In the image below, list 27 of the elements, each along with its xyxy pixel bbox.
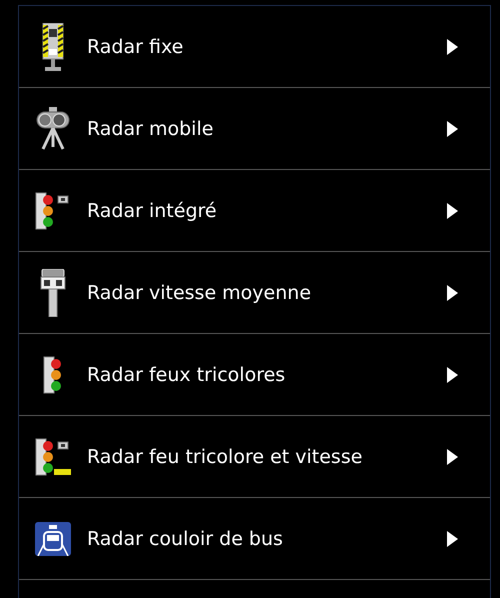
list-item[interactable]: Radar intégré <box>19 170 490 252</box>
bus-icon <box>35 522 71 556</box>
chevron-right-icon <box>447 366 458 382</box>
item-label: Radar feux tricolores <box>87 364 286 386</box>
speed-camera-icon <box>40 268 66 316</box>
chevron-right-icon <box>447 120 458 136</box>
list-item[interactable]: Radar vitesse moyenne <box>19 252 490 334</box>
chevron-right-icon <box>447 202 458 218</box>
traffic-light-icon <box>34 436 72 476</box>
tripod-camera-icon <box>35 106 71 150</box>
chevron-right-icon <box>447 530 458 546</box>
item-label: Radar couloir de bus <box>87 528 284 550</box>
item-label: Radar feu tricolore et vitesse <box>87 446 364 468</box>
list-item[interactable]: Radar feux tricolores <box>19 334 490 416</box>
item-label: Radar intégré <box>87 200 218 222</box>
item-label: Radar fixe <box>87 36 184 58</box>
traffic-light-icon <box>43 354 63 394</box>
chevron-right-icon <box>447 38 458 54</box>
chevron-right-icon <box>447 284 458 300</box>
item-label: Radar vitesse moyenne <box>87 282 312 304</box>
list-item[interactable]: Radar mobile <box>19 88 490 170</box>
speed-camera-icon <box>41 22 65 70</box>
chevron-right-icon <box>447 448 458 464</box>
list-item[interactable]: Radar couloir de bus <box>19 498 490 580</box>
list-item[interactable]: Radar feu tricolore et vitesse <box>19 416 490 498</box>
item-label: Radar mobile <box>87 118 214 140</box>
list-item[interactable]: Radar fixe <box>19 6 490 88</box>
